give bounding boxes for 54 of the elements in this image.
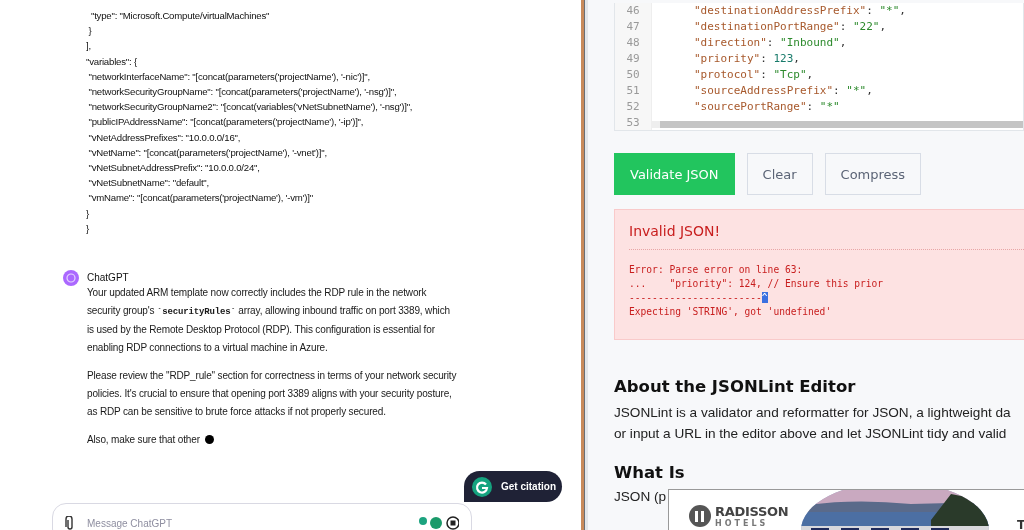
line-number: 46 <box>615 3 652 19</box>
paragraph-line: JSON (p <box>614 488 667 507</box>
section-heading: What Is <box>614 463 686 483</box>
line-number: 53 <box>615 114 652 131</box>
code-line: "protocol": "Tcp", <box>694 68 814 81</box>
horizontal-scrollbar[interactable] <box>652 121 1023 129</box>
paragraph-line: or input a URL in the editor above and let JSONLint tidy and valid <box>614 425 1007 444</box>
error-title: Invalid JSON! <box>629 223 1024 251</box>
code-line: "destinationPortRange": "22", <box>694 20 887 34</box>
paperclip-icon <box>65 516 75 530</box>
get-citation-button[interactable]: Get citation <box>464 471 562 502</box>
json-editor[interactable]: 46 "destinationAddressPrefix": "*", 47 "destinationPortRange": "22", 48 "direction": "Inbound", 49 "priority": 123, 50 "protocol": "Tcp", 51 "sourceAddressPrefix": "*", 52 "sourcePortRange": "*" 53 <box>614 3 1024 132</box>
error-line: ... "priority": 124, // Ensure this prior <box>629 277 885 292</box>
code-line: "variables": { <box>86 54 138 69</box>
action-button[interactable]: Clear <box>746 153 813 196</box>
code-line: "sourceAddressPrefix": "*", <box>694 83 873 97</box>
brand-logo-icon <box>689 505 711 527</box>
error-line: Error: Parse error on line 63: <box>629 263 804 278</box>
code-line: "sourcePortRange": "*" <box>694 99 840 113</box>
message-paragraph: Your updated ARM template now correctly includes the RDP rule in the network security group's `securityRules` array, allowing inbound traffic on port 3389, which is used by the Remote Desktop Protocol (RDP). This configuration is essential for enabling RDP connections to a virtual machine in Azure. <box>87 286 451 355</box>
code-line: "destinationAddressPrefix": "*", <box>694 4 906 18</box>
action-button[interactable]: Compress <box>824 153 922 196</box>
code-line: "vNetSubnetAddressPrefix": "10.0.0.0/24", <box>87 161 261 176</box>
code-line: "vNetName": "[concat(parameters('projectName'), '-vnet')]", <box>87 145 328 160</box>
line-number: 51 <box>615 82 652 99</box>
code-line: } <box>86 221 90 236</box>
code-line: "priority": 123, <box>694 52 800 66</box>
message-box[interactable]: Message ChatGPT <box>52 503 472 530</box>
code-line: "vNetSubnetName": "default", <box>87 176 210 191</box>
line-number: 52 <box>615 98 652 115</box>
extension-icons-drawing <box>419 516 459 530</box>
message-field[interactable]: Message ChatGPT <box>87 516 407 530</box>
code-line: } <box>87 24 93 39</box>
error-line: Expecting 'STRING', got 'undefined' <box>629 305 833 320</box>
avatar-icon <box>63 270 79 287</box>
message-paragraph: Please review the "RDP_rule" section for correctness in terms of your network security policies. It's crucial to ensure that opening port 3389 aligns with your security posture, as RDP can be sensitive to brute force attacks if not properly secured. <box>87 369 458 419</box>
code-line: "vmName": "[concat(parameters('projectName'), '-vm')]" <box>87 191 314 206</box>
author-name: ChatGPT <box>87 272 130 284</box>
message-paragraph: Also, make sure that other <box>87 431 459 449</box>
code-line: } <box>86 206 90 221</box>
code-line: "networkSecurityGroupName": "[concat(parameters('projectName'), '-nsg')]", <box>87 85 398 99</box>
g-logo-icon <box>472 476 492 497</box>
code-line: "direction": "Inbound", <box>694 36 847 50</box>
code-line: "networkInterfaceName": "[concat(parameters('projectName'), '-nic')]", <box>87 69 371 84</box>
section-heading: About the JSONLint Editor <box>614 377 857 397</box>
brand-subtitle: HOTELS <box>715 519 770 528</box>
code-line: ], <box>86 39 92 54</box>
code-line: "vNetAddressPrefixes": "10.0.0.0/16", <box>87 130 242 145</box>
code-line: "type": "Microsoft.Compute/virtualMachines" <box>89 9 271 23</box>
paragraph-line: JSONLint is a validator and reformatter for JSON, a lightweight da <box>614 404 1011 423</box>
brand-name: RADISSON <box>715 504 789 519</box>
code-line: "networkSecurityGroupName2": "[concat(variables('vNetSubnetName'), '-nsg')]", <box>87 100 414 115</box>
error-pointer: -----------------------^ <box>629 291 769 306</box>
code-line: "publicIPAddressName": "[concat(parameters('projectName'), '-ip')]", <box>87 115 365 130</box>
